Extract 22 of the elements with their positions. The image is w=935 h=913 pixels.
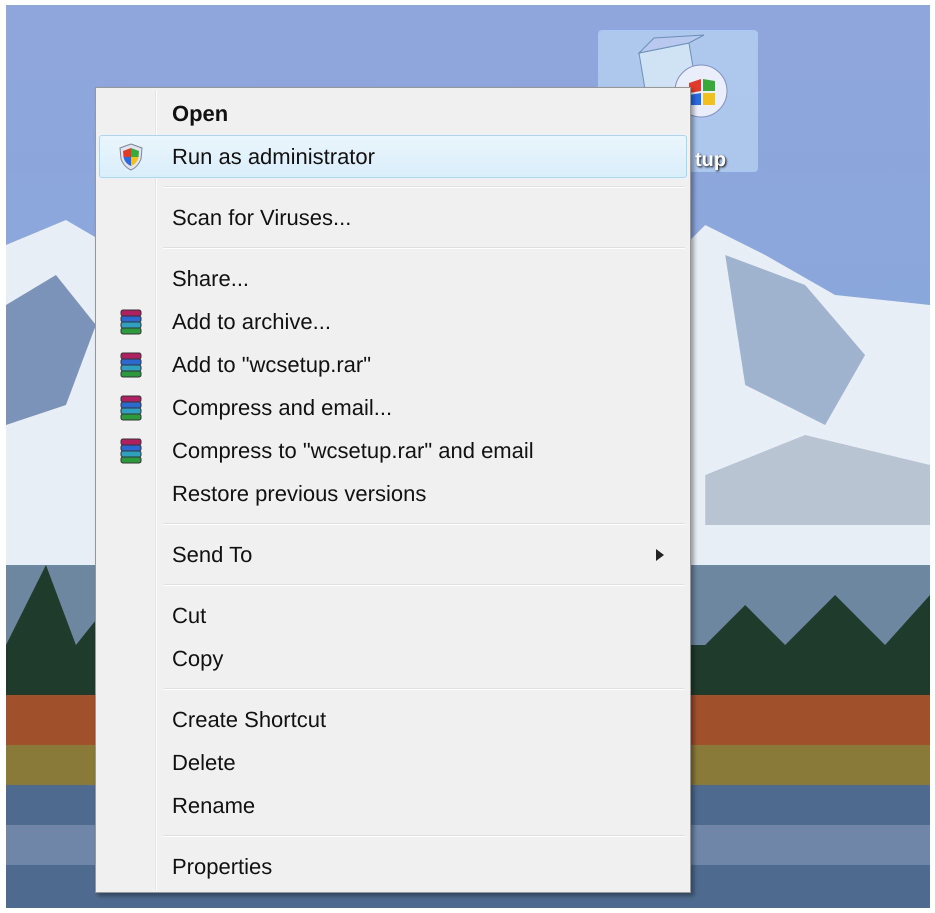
- menu-item[interactable]: Create Shortcut: [99, 698, 687, 741]
- menu-item[interactable]: Run as administrator: [99, 135, 687, 178]
- book-stack-icon: [118, 308, 144, 334]
- menu-item[interactable]: Scan for Viruses...: [99, 196, 687, 239]
- menu-item[interactable]: Cut: [99, 594, 687, 637]
- book-stack-icon: [118, 394, 144, 420]
- menu-item[interactable]: Compress to "wcsetup.rar" and email: [99, 429, 687, 472]
- shield-icon: [118, 142, 144, 170]
- menu-item[interactable]: Share...: [99, 257, 687, 300]
- menu-item[interactable]: Add to archive...: [99, 300, 687, 343]
- book-stack-icon: [118, 438, 144, 464]
- menu-item[interactable]: Send To: [99, 533, 687, 576]
- icon-label: tup: [695, 149, 726, 172]
- book-stack-icon: [118, 352, 144, 378]
- menu-item[interactable]: Compress and email...: [99, 386, 687, 429]
- menu-item[interactable]: Copy: [99, 637, 687, 680]
- menu-item[interactable]: Add to "wcsetup.rar": [99, 343, 687, 386]
- menu-item[interactable]: Restore previous versions: [99, 472, 687, 515]
- submenu-arrow-icon: [656, 548, 664, 560]
- menu-item[interactable]: Delete: [99, 741, 687, 784]
- menu-item[interactable]: Rename: [99, 784, 687, 827]
- menu-item[interactable]: Properties: [99, 845, 687, 888]
